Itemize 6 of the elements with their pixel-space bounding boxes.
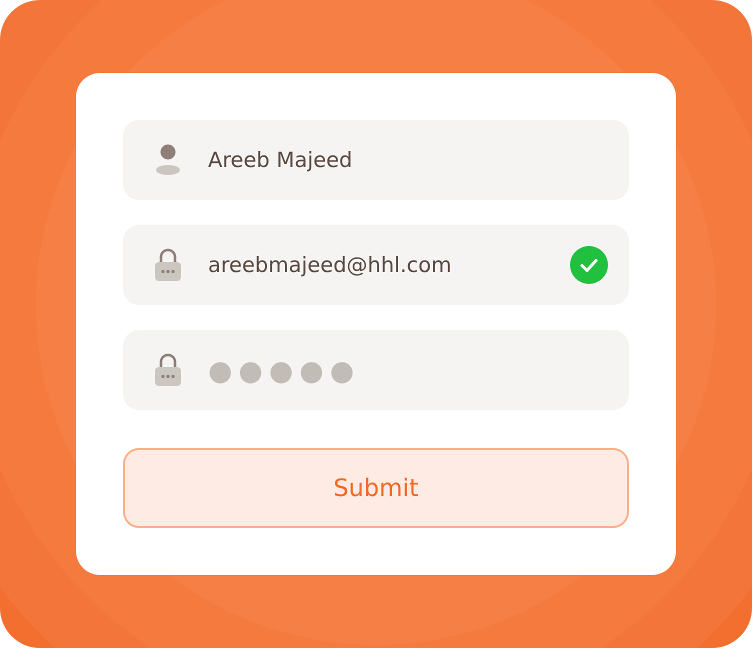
name-field[interactable]: Areeb Majeed <box>123 120 629 200</box>
lock-icon <box>154 248 182 282</box>
checkmark-icon <box>569 245 609 285</box>
person-icon <box>155 144 181 176</box>
email-field[interactable]: areebmajeed@hhl.com <box>123 225 629 305</box>
lock-icon <box>154 353 182 387</box>
